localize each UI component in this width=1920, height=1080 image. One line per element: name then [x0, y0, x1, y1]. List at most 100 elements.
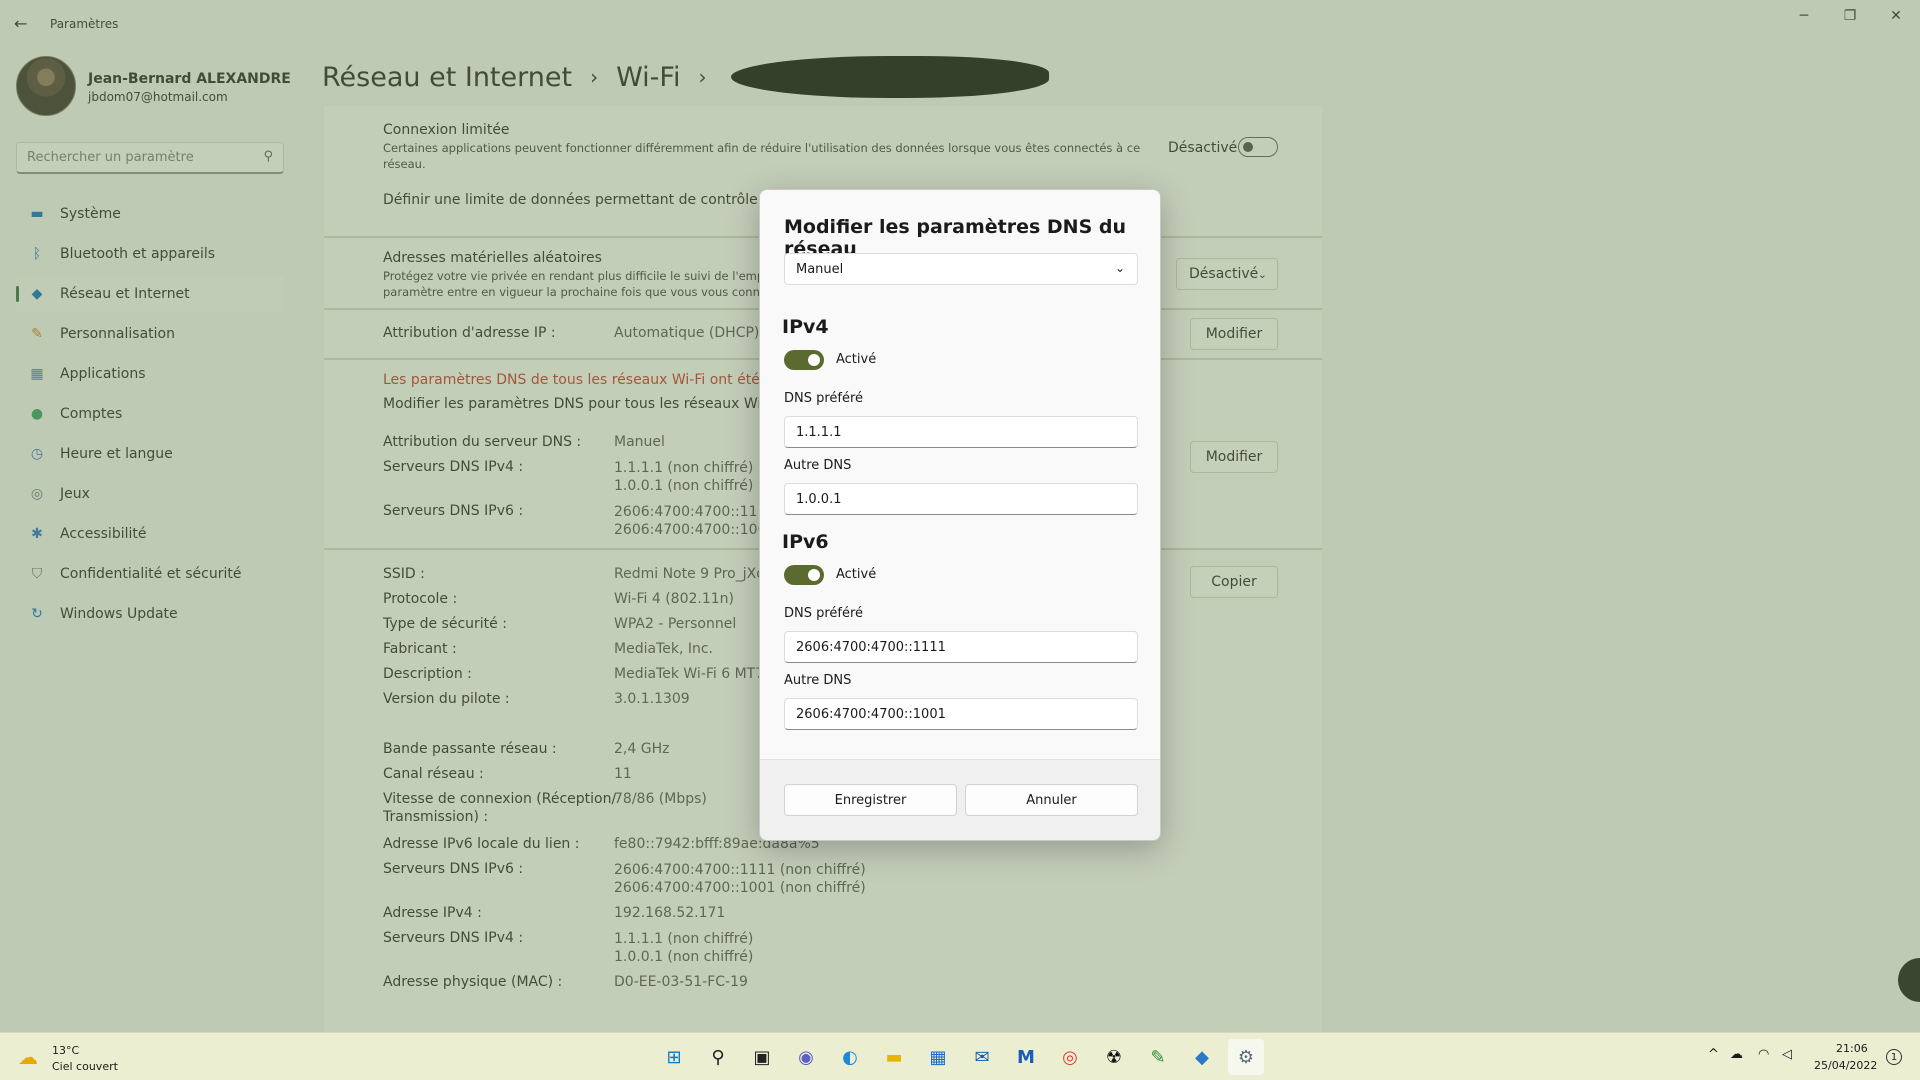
ipv6-alt-input[interactable]	[785, 699, 1137, 729]
sidebar-item-confidentialite[interactable]: ⛉ Confidentialité et sécurité	[16, 556, 284, 592]
sidebar-item-personnalisation[interactable]: ✎ Personnalisation	[16, 316, 284, 352]
clock-time[interactable]: 21:06	[1836, 1042, 1868, 1055]
ipv4-preferred-input[interactable]	[785, 417, 1137, 447]
sidebar-item-applications[interactable]: ▦ Applications	[16, 356, 284, 392]
accessibility-icon: ✱	[31, 526, 43, 542]
mail-icon[interactable]: ✉	[964, 1039, 1000, 1075]
task-view-icon[interactable]: ▣	[744, 1039, 780, 1075]
ipv4-preferred-field[interactable]	[784, 416, 1138, 448]
ipv6-toggle[interactable]	[784, 565, 824, 585]
prop-value: 3.0.1.1309	[614, 691, 690, 707]
teams-icon[interactable]: ◉	[788, 1039, 824, 1075]
speed-value: 78/86 (Mbps)	[614, 791, 707, 807]
save-button[interactable]: Enregistrer	[784, 784, 957, 816]
modify-dns-button[interactable]: Modifier	[1190, 441, 1278, 473]
random-mac-dropdown[interactable]: Désactivé ⌄	[1176, 258, 1278, 290]
metered-toggle[interactable]	[1238, 137, 1278, 157]
breadcrumb-wifi[interactable]: Wi-Fi	[616, 62, 680, 93]
dns4-value-1: 1.1.1.1 (non chiffré)	[614, 931, 754, 947]
ipv4-toggle[interactable]	[784, 350, 824, 370]
avatar[interactable]	[16, 56, 76, 116]
sidebar-item-reseau[interactable]: ◆ Réseau et Internet	[16, 276, 284, 312]
volume-icon[interactable]: ◁	[1782, 1047, 1792, 1062]
weather-temperature[interactable]: 13°C	[52, 1044, 79, 1057]
cancel-button[interactable]: Annuler	[965, 784, 1138, 816]
monitor-icon: ▬	[30, 206, 44, 222]
tray-chevron-icon[interactable]: ^	[1708, 1047, 1719, 1062]
random-mac-desc: Protégez votre vie privée en rendant plu…	[383, 269, 788, 283]
dns4-label: Serveurs DNS IPv4 :	[383, 930, 524, 946]
ipv4-alt-input[interactable]	[785, 484, 1137, 514]
sidebar-item-label: Système	[60, 206, 121, 222]
data-limit-link[interactable]: Définir une limite de données permettant…	[383, 192, 810, 208]
minimize-icon[interactable]: ─	[1781, 8, 1827, 24]
notepad-icon[interactable]: ✎	[1140, 1039, 1176, 1075]
metered-desc: Certaines applications peuvent fonctionn…	[383, 141, 1141, 155]
back-arrow-icon[interactable]: ←	[14, 14, 27, 33]
search-input[interactable]	[17, 143, 237, 171]
sidebar-item-heure[interactable]: ◷ Heure et langue	[16, 436, 284, 472]
search-icon[interactable]: ⚲	[263, 149, 273, 164]
search-icon[interactable]: ⚲	[700, 1039, 736, 1075]
chrome-icon[interactable]: ◎	[1052, 1039, 1088, 1075]
user-email: jbdom07@hotmail.com	[88, 90, 228, 104]
start-icon[interactable]: ⊞	[656, 1039, 692, 1075]
prop-label: Fabricant :	[383, 641, 457, 657]
sidebar-item-label: Windows Update	[60, 606, 178, 622]
dialog-footer: Enregistrer Annuler	[760, 759, 1160, 840]
close-icon[interactable]: ✕	[1873, 8, 1919, 24]
ipv4-heading: IPv4	[782, 316, 829, 338]
sidebar-nav: ▬ Système ᛒ Bluetooth et appareils ◆ Réseau…	[16, 196, 284, 636]
settings-gear-icon[interactable]: ⚙	[1228, 1039, 1264, 1075]
band-value: 2,4 GHz	[614, 741, 670, 757]
copy-button[interactable]: Copier	[1190, 566, 1278, 598]
radiation-icon[interactable]: ☢	[1096, 1039, 1132, 1075]
onedrive-cloud-icon[interactable]: ☁	[1730, 1047, 1743, 1062]
sidebar-item-label: Comptes	[60, 406, 123, 422]
edge-icon[interactable]: ◐	[832, 1039, 868, 1075]
sidebar-item-bluetooth[interactable]: ᛒ Bluetooth et appareils	[16, 236, 284, 272]
store-icon[interactable]: ▦	[920, 1039, 956, 1075]
ipv6-alt-field[interactable]	[784, 698, 1138, 730]
band-label: Bande passante réseau :	[383, 741, 557, 757]
sidebar-item-accessibilite[interactable]: ✱ Accessibilité	[16, 516, 284, 552]
maximize-icon[interactable]: ❐	[1827, 8, 1873, 24]
shield-icon: ⛉	[31, 566, 43, 582]
ipv6-local-label: Adresse IPv6 locale du lien :	[383, 836, 580, 852]
ipv6-toggle-label: Activé	[836, 567, 877, 582]
app-title: Paramètres	[50, 17, 119, 31]
ipv6-preferred-field[interactable]	[784, 631, 1138, 663]
weather-description[interactable]: Ciel couvert	[52, 1060, 118, 1073]
wifi-icon: ◆	[31, 286, 43, 302]
ipv4-alt-field[interactable]	[784, 483, 1138, 515]
breadcrumb-reseau[interactable]: Réseau et Internet	[322, 62, 572, 93]
modify-ip-button[interactable]: Modifier	[1190, 318, 1278, 350]
clock-date[interactable]: 25/04/2022	[1814, 1059, 1877, 1072]
speed-label-2: Transmission) :	[383, 809, 489, 825]
file-explorer-icon[interactable]: ▬	[876, 1039, 912, 1075]
partly-cloudy-icon[interactable]: ☁	[18, 1045, 38, 1069]
sidebar-item-jeux[interactable]: ◎ Jeux	[16, 476, 284, 512]
sidebar-item-windows-update[interactable]: ↻ Windows Update	[16, 596, 284, 632]
taskbar-apps: ⊞ ⚲ ▣ ◉ ◐ ▬ ▦ ✉ M ◎ ☢ ✎ ◆ ⚙	[656, 1039, 1272, 1075]
metered-desc-2: réseau.	[383, 157, 426, 171]
prop-value: MediaTek Wi-Fi 6 MT79	[614, 666, 774, 682]
wifi-icon[interactable]: ◠	[1758, 1047, 1769, 1062]
settings-search[interactable]: ⚲	[16, 142, 284, 174]
prop-label: Description :	[383, 666, 472, 682]
sidebar-item-systeme[interactable]: ▬ Système	[16, 196, 284, 232]
ipv4-label: Adresse IPv4 :	[383, 905, 482, 921]
notification-badge[interactable]: 1	[1886, 1049, 1902, 1065]
speed-label: Vitesse de connexion (Réception/	[383, 791, 617, 807]
dns-warning: Les paramètres DNS de tous les réseaux W…	[383, 372, 811, 388]
dns-mode-select[interactable]: Manuel ⌄	[784, 253, 1138, 285]
water-drop-icon[interactable]: ◆	[1184, 1039, 1220, 1075]
sidebar-item-comptes[interactable]: ● Comptes	[16, 396, 284, 432]
dns-all-link[interactable]: Modifier les paramètres DNS pour tous le…	[383, 396, 777, 412]
prop-value: Wi-Fi 4 (802.11n)	[614, 591, 734, 607]
dns-assignment-label: Attribution du serveur DNS :	[383, 434, 582, 450]
dns-ipv6-label: Serveurs DNS IPv6 :	[383, 503, 524, 519]
malwarebytes-icon[interactable]: M	[1008, 1039, 1044, 1075]
ipv6-preferred-input[interactable]	[785, 632, 1137, 662]
brush-icon: ✎	[31, 326, 43, 342]
